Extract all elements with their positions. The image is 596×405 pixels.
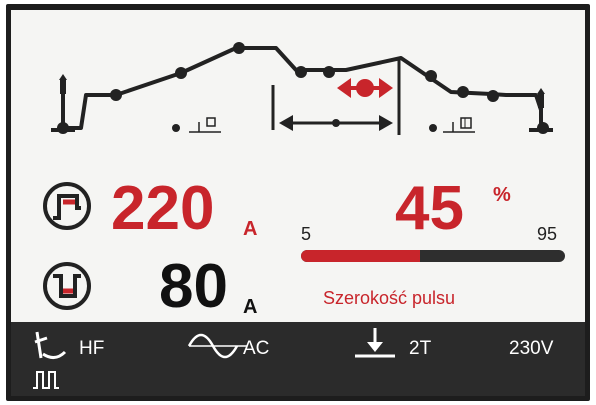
base-current-value: 80	[159, 252, 228, 321]
voltage-label: 230V	[509, 338, 554, 359]
pulse-width-bar[interactable]	[301, 250, 565, 262]
peak-current-unit: A	[243, 218, 258, 240]
cycle-curve	[63, 46, 543, 130]
cycle-point[interactable]	[110, 89, 122, 101]
cycle-point[interactable]	[295, 66, 307, 78]
gas-postflow-icon	[429, 117, 475, 133]
ac-wave-icon	[187, 333, 247, 359]
ac-label: AC	[243, 338, 270, 359]
status-bar: HF AC 2T 230V	[11, 322, 585, 396]
cycle-point[interactable]	[233, 42, 245, 54]
cycle-point[interactable]	[57, 122, 69, 134]
pulse-width-bar-fill	[301, 250, 420, 262]
welder-display: 220 A 80 A 45 % 5 95 Szerokość pulsu HF	[0, 0, 596, 405]
pulse-width-min: 5	[301, 224, 312, 244]
pulse-width-arrow-icon	[279, 115, 393, 131]
weld-cycle-diagram	[51, 42, 553, 135]
lcd-screen: 220 A 80 A 45 % 5 95 Szerokość pulsu HF	[11, 10, 585, 396]
pulse-high-icon	[43, 182, 91, 230]
base-current-unit: A	[243, 296, 258, 318]
trigger-mode-icon	[355, 328, 395, 358]
cycle-point[interactable]	[537, 122, 549, 134]
pulse-mode-icon	[33, 371, 59, 389]
gas-preflow-icon	[172, 117, 221, 133]
hf-label: HF	[79, 338, 105, 359]
cycle-point[interactable]	[425, 70, 437, 82]
cycle-point[interactable]	[487, 90, 499, 102]
torch-hf-icon	[34, 331, 67, 359]
pulse-width-max: 95	[537, 224, 558, 244]
pulse-width-value: 45	[395, 174, 464, 243]
pulse-low-icon	[43, 262, 91, 310]
cycle-point[interactable]	[175, 67, 187, 79]
trigger-mode-label: 2T	[409, 338, 432, 359]
cycle-point[interactable]	[457, 86, 469, 98]
selected-parameter-red-arrow-icon[interactable]	[337, 78, 393, 98]
cycle-point[interactable]	[323, 66, 335, 78]
pulse-width-unit: %	[493, 184, 511, 206]
peak-current-value: 220	[111, 174, 215, 243]
pulse-width-label: Szerokość pulsu	[323, 288, 456, 308]
torch-start-icon	[51, 74, 75, 132]
